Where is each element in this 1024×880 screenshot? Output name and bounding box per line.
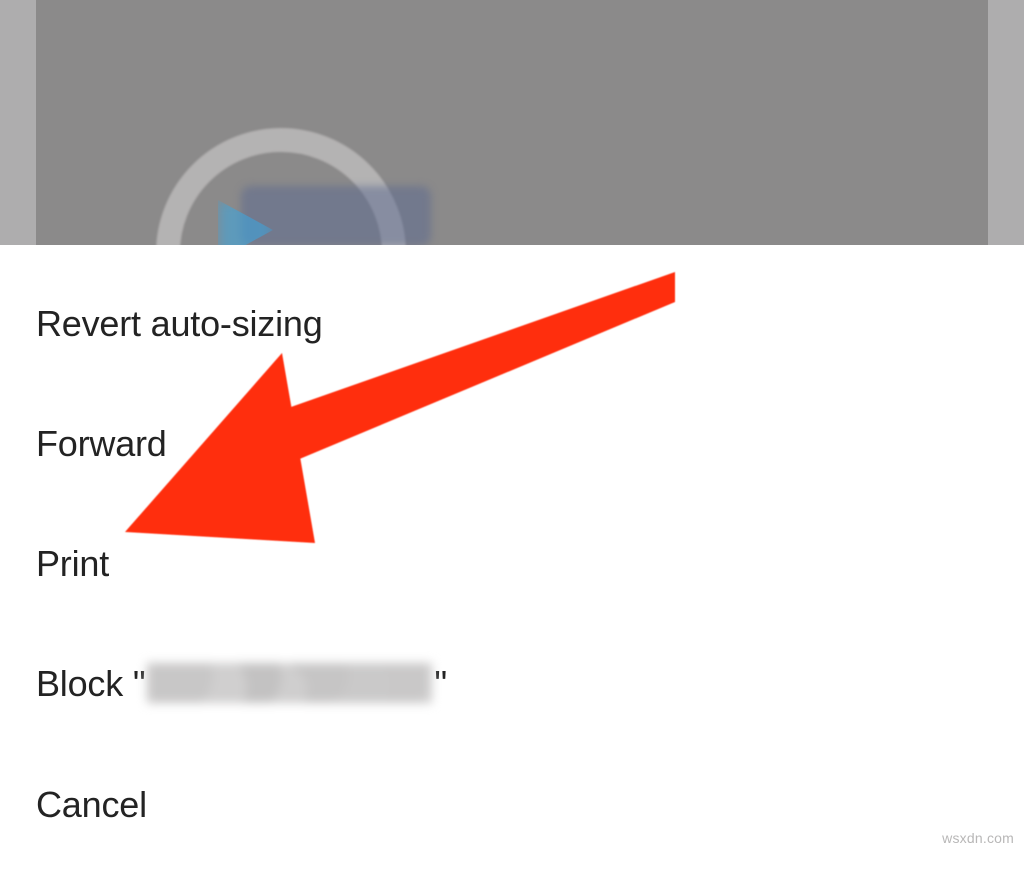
watermark-text: wsxdn.com [942, 830, 1014, 846]
menu-item-label-suffix: " [434, 663, 447, 704]
backdrop-right-edge [988, 0, 1024, 245]
menu-item-block-sender[interactable]: Block " " [0, 639, 1024, 760]
backdrop-inner [36, 0, 988, 245]
menu-item-label: Forward [36, 423, 167, 464]
backdrop-blob-shape [241, 186, 431, 246]
action-sheet: Revert auto-sizing Forward Print Block "… [0, 245, 1024, 880]
menu-item-print[interactable]: Print [0, 519, 1024, 639]
menu-item-label: Print [36, 543, 109, 584]
menu-item-forward[interactable]: Forward [0, 399, 1024, 519]
menu-item-cancel[interactable]: Cancel [0, 760, 1024, 880]
redacted-sender-name [147, 663, 432, 703]
menu-item-label: Cancel [36, 784, 147, 825]
menu-item-label-prefix: Block " [36, 663, 145, 704]
menu-item-label: Revert auto-sizing [36, 303, 323, 344]
backdrop-dimmed-content [0, 0, 1024, 245]
menu-item-revert-auto-sizing[interactable]: Revert auto-sizing [0, 279, 1024, 399]
backdrop-left-edge [0, 0, 36, 245]
